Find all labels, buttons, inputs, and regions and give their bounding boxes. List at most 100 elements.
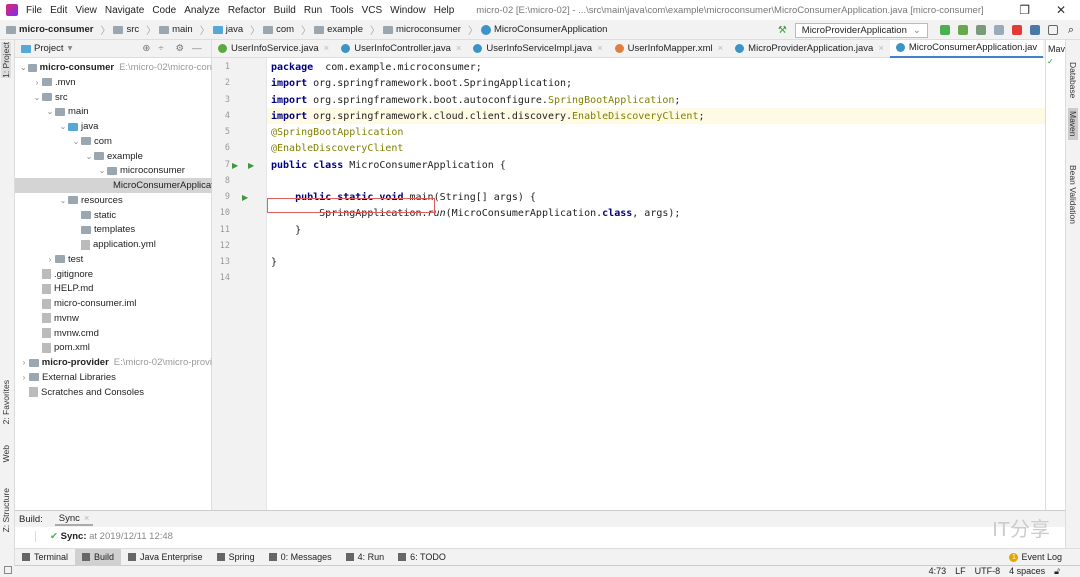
code-editor[interactable]: 1 2 3 4 5 6 7 8 9 10 11 12 13 14 ▶ ▶ ▶ package com.examp… [212, 58, 1045, 510]
menu-run[interactable]: Run [304, 5, 322, 16]
breadcrumb-item[interactable]: micro-consumer [6, 24, 93, 35]
tab-userinfocontroller-java[interactable]: UserInfoController.java × [335, 40, 467, 58]
tree-item[interactable]: HELP.md [15, 281, 212, 296]
terminal-icon[interactable] [1047, 25, 1058, 35]
tree-item[interactable]: ⌄ example [15, 149, 212, 164]
menu-vcs[interactable]: VCS [362, 5, 383, 16]
close-icon[interactable]: × [324, 43, 330, 54]
tree-item[interactable]: ⌄ microconsumer [15, 163, 212, 178]
tree-item[interactable]: templates [15, 222, 212, 237]
gear-icon[interactable]: ⚙ [176, 43, 185, 54]
coverage-icon[interactable] [975, 25, 986, 35]
tree-item[interactable]: MicroConsumerApplication [15, 178, 227, 193]
chevron-down-icon[interactable]: ⌄ [32, 93, 42, 102]
menu-navigate[interactable]: Navigate [105, 5, 144, 16]
tool-window-build[interactable]: Build [75, 548, 122, 566]
tab-userinfoserviceimpl-java[interactable]: UserInfoServiceImpl.java × [467, 40, 608, 58]
menu-tools[interactable]: Tools [330, 5, 353, 16]
event-log-button[interactable]: 1 Event Log [1009, 552, 1062, 562]
run-icon[interactable]: ▶ [232, 161, 238, 170]
layout-icon[interactable] [4, 566, 12, 574]
indent[interactable]: 4 spaces [1009, 566, 1045, 577]
strip-bean-validation[interactable]: Bean Validation [1068, 165, 1078, 224]
breadcrumb-item[interactable]: main [159, 24, 193, 35]
close-icon[interactable]: × [456, 43, 462, 54]
chevron-down-icon[interactable]: ⌄ [19, 63, 28, 72]
tree-item[interactable]: mvnw [15, 311, 212, 326]
tree-item[interactable]: ⌄ java [15, 119, 212, 134]
run-icon[interactable]: ▶ [242, 193, 248, 202]
stop-icon[interactable] [1011, 25, 1022, 35]
tree-item[interactable]: static [15, 208, 212, 223]
run-icon[interactable]: ▶ [248, 161, 254, 170]
chevron-down-icon[interactable]: ⌄ [84, 152, 94, 161]
menu-build[interactable]: Build [274, 5, 296, 16]
tool-window-6-todo[interactable]: 6: TODO [391, 549, 453, 566]
tree-item[interactable]: mvnw.cmd [15, 326, 212, 341]
menu-window[interactable]: Window [390, 5, 426, 16]
strip-structure[interactable]: Z: Structure [1, 488, 11, 532]
tab-sync[interactable]: Sync × [54, 513, 94, 526]
menu-refactor[interactable]: Refactor [228, 5, 266, 16]
chevron-down-icon[interactable]: ⌄ [71, 137, 81, 146]
close-icon[interactable]: × [718, 43, 724, 54]
project-structure-icon[interactable] [1029, 25, 1040, 35]
profile-icon[interactable] [993, 25, 1004, 35]
tree-item[interactable]: ⌄ resources [15, 193, 212, 208]
tree-item[interactable]: pom.xml [15, 340, 212, 355]
collapse-icon[interactable]: ÷ [158, 43, 163, 54]
close-icon[interactable]: × [597, 43, 603, 54]
locate-icon[interactable]: ⊕ [142, 43, 150, 54]
strip-database[interactable]: Database [1068, 62, 1078, 98]
tab-userinfomapper-xml[interactable]: UserInfoMapper.xml × [609, 40, 730, 58]
chevron-down-icon[interactable]: ⌄ [45, 107, 55, 116]
run-config-select[interactable]: MicroProviderApplication ⌄ [794, 22, 928, 38]
tree-item[interactable]: Scratches and Consoles [15, 385, 212, 400]
chevron-down-icon[interactable]: ⌄ [58, 122, 68, 131]
project-view-select[interactable]: Project [34, 43, 64, 54]
lock-icon[interactable]: 🔓︎ [1054, 566, 1060, 577]
tool-window-spring[interactable]: Spring [210, 549, 262, 566]
close-button[interactable]: ✕ [1056, 3, 1066, 17]
caret-position[interactable]: 4:73 [929, 566, 947, 577]
tree-item[interactable]: micro-consumer.iml [15, 296, 212, 311]
close-icon[interactable]: × [84, 513, 90, 524]
tree-item[interactable]: › .mvn [15, 75, 212, 90]
breadcrumb-item[interactable]: com [263, 24, 294, 35]
tree-item[interactable]: ⌄ com [15, 134, 212, 149]
chevron-right-icon[interactable]: › [32, 78, 42, 87]
breadcrumb-item[interactable]: src [113, 24, 139, 35]
strip-favorites[interactable]: 2: Favorites [1, 380, 11, 424]
line-separator[interactable]: LF [955, 566, 966, 577]
tool-window-terminal[interactable]: Terminal [15, 549, 75, 566]
tree-item[interactable]: ⌄ src [15, 90, 212, 105]
tree-item[interactable]: .gitignore [15, 267, 212, 282]
tree-item[interactable]: ⌄ main [15, 104, 212, 119]
strip-project[interactable]: 1: Project [1, 42, 11, 78]
tree-item[interactable]: application.yml [15, 237, 212, 252]
menu-file[interactable]: File [26, 5, 42, 16]
tree-item[interactable]: ⌄ micro-consumer E:\micro-02\micro-con [15, 60, 212, 75]
chevron-down-icon[interactable]: ⌄ [97, 166, 107, 175]
rerun-icon[interactable] [939, 25, 950, 35]
menu-code[interactable]: Code [152, 5, 176, 16]
tab-userinfoservice-java[interactable]: UserInfoService.java × [212, 40, 335, 58]
hide-icon[interactable]: — [192, 43, 202, 54]
breadcrumb-item[interactable]: microconsumer [383, 24, 461, 35]
tab-microconsumerapplication-jav[interactable]: MicroConsumerApplication.jav [889, 39, 1044, 58]
chevron-down-icon[interactable]: ⌄ [58, 196, 68, 205]
tree-item[interactable]: › micro-provider E:\micro-02\micro-provi [15, 355, 212, 370]
maven-tab[interactable]: Mav [1048, 44, 1065, 54]
menu-view[interactable]: View [75, 5, 97, 16]
breadcrumb-item[interactable]: example [314, 24, 363, 35]
tool-window-4-run[interactable]: 4: Run [339, 549, 392, 566]
tool-window-java-enterprise[interactable]: Java Enterprise [121, 549, 210, 566]
tree-item[interactable]: › External Libraries [15, 370, 212, 385]
search-icon[interactable]: ⌕ [1068, 24, 1074, 37]
restore-button[interactable]: ❐ [1019, 3, 1030, 17]
tree-item[interactable]: › test [15, 252, 212, 267]
debug-icon[interactable] [957, 25, 968, 35]
tab-microproviderapplication-java[interactable]: MicroProviderApplication.java × [729, 40, 890, 58]
tool-window-0-messages[interactable]: 0: Messages [262, 549, 339, 566]
chevron-right-icon[interactable]: › [45, 255, 55, 264]
